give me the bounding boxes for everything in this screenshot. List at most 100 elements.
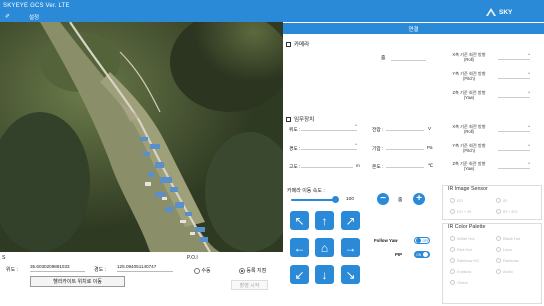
mission-pitch-label: Y축 기준 회전 방향 (Pitch) <box>452 143 486 153</box>
logo-text: SKY <box>499 8 513 16</box>
arrow-down-right-icon: ↘ <box>345 267 356 282</box>
camera-roll-label: X축 기준 회전 방향 (Roll) <box>452 52 486 62</box>
mission-roll-field: ° <box>498 125 530 132</box>
palette-option-white-hot[interactable]: White Hot <box>450 236 475 241</box>
move-to-helikite-button[interactable]: 헬리카이트 위치로 이동 <box>30 276 125 287</box>
poi-manual-label: 수동 <box>201 268 211 274</box>
satellite-map[interactable] <box>0 22 283 252</box>
mission-lon-field: ° <box>301 143 357 150</box>
palette-option-ironbow[interactable]: Ironbow <box>450 269 471 274</box>
pip-state: ON <box>416 252 421 257</box>
logo-mark-icon <box>486 8 496 16</box>
temperature-field <box>386 161 424 168</box>
mission-alt-field <box>301 161 353 168</box>
camera-roll-field: ° <box>498 53 530 60</box>
plus-icon: + <box>416 193 422 204</box>
pip-label: PIP <box>395 252 403 257</box>
follow-yaw-state: OFF <box>422 238 429 243</box>
palette-option-black-hot[interactable]: Black Hot <box>496 236 520 241</box>
mission-alt-label: 고도 : <box>289 165 301 170</box>
mission-lat-field: ° <box>301 124 357 131</box>
camera-speed-slider-track[interactable] <box>291 199 335 201</box>
mission-title: 임무장치 <box>294 117 315 123</box>
follow-yaw-label: Follow Yaw <box>374 238 398 243</box>
move-up-right-button[interactable]: ↗ <box>341 211 360 230</box>
start-capture-button[interactable]: 촬영 시작 <box>231 280 268 290</box>
mission-section-title[interactable]: 임무장치 <box>286 115 314 123</box>
arrow-up-icon: ↑ <box>321 213 328 228</box>
arrow-right-icon: → <box>344 240 357 255</box>
title-bar: SKYEYE GCS Ver. LTE ✐ 설정 SKY <box>0 0 544 22</box>
pencil-icon[interactable]: ✐ <box>5 13 10 20</box>
connect-button[interactable]: 연결 <box>283 22 544 34</box>
pip-toggle[interactable]: ON <box>414 251 430 258</box>
move-down-right-button[interactable]: ↘ <box>341 265 360 284</box>
poi-panel: P.O.I 수동 등록 지점 촬영 시작 <box>184 252 284 306</box>
palette-option-red-hot[interactable]: Red Hot <box>450 247 472 252</box>
mission-yaw-label: Z축 기준 회전 방향 (Yaw) <box>452 161 486 171</box>
camera-speed-value: 100 <box>346 197 355 202</box>
pressure-label: 기압 : <box>372 147 384 152</box>
app-title: SKYEYE GCS Ver. LTE <box>3 3 70 9</box>
palette-option-globe[interactable]: Globe <box>450 280 468 285</box>
mission-yaw-field: ° <box>498 162 530 169</box>
poi-registered-radio[interactable]: 등록 지점 <box>239 267 266 274</box>
follow-yaw-toggle[interactable]: OFF <box>414 237 430 244</box>
camera-speed-title: 카메라 이동 속도 : <box>287 188 325 194</box>
voltage-label: 전압 : <box>372 128 384 133</box>
mission-pitch-field: ° <box>498 144 530 151</box>
camera-yaw-label: Z축 기준 회전 방향 (Yaw) <box>452 90 486 100</box>
zoom-label: 줌 <box>398 198 403 203</box>
temperature-unit: ℃ <box>428 163 434 168</box>
home-icon: ⌂ <box>320 240 329 255</box>
move-up-button[interactable]: ↑ <box>315 211 334 230</box>
arrow-left-icon: ← <box>293 240 306 255</box>
voltage-field <box>386 124 424 131</box>
ir-sensor-option-ir-eo[interactable]: IR + EO <box>496 209 517 214</box>
gps-lon-field: 125.094051140747 <box>117 264 173 272</box>
poi-title: P.O.I <box>187 255 198 261</box>
ir-sensor-option-ir[interactable]: IR <box>496 198 507 203</box>
arrow-up-right-icon: ↗ <box>345 213 356 228</box>
mission-alt-unit: m <box>356 163 360 168</box>
move-up-left-button[interactable]: ↖ <box>290 211 309 230</box>
gps-lat-field: 35.6030209881033 <box>30 264 85 272</box>
palette-option-rainbow[interactable]: Rainbow <box>496 258 519 263</box>
move-down-left-button[interactable]: ↙ <box>290 265 309 284</box>
zoom-in-button[interactable]: + <box>413 193 425 205</box>
mission-roll-label: X축 기준 회전 방향 (Roll) <box>452 124 486 134</box>
poi-registered-label: 등록 지점 <box>246 268 267 274</box>
gps-lon-label: 경도 : <box>94 267 106 273</box>
ir-palette-title: IR Color Palette <box>448 224 486 230</box>
camera-checkbox[interactable] <box>286 41 291 47</box>
arrow-up-left-icon: ↖ <box>294 213 305 228</box>
ir-sensor-option-eo[interactable]: EO <box>450 198 463 203</box>
temperature-label: 온도 : <box>372 165 384 170</box>
camera-title: 카메라 <box>294 42 310 48</box>
arrow-down-icon: ↓ <box>321 267 328 282</box>
skyeye-logo: SKY <box>485 4 541 20</box>
move-left-button[interactable]: ← <box>290 238 309 257</box>
move-down-button[interactable]: ↓ <box>315 265 334 284</box>
mission-checkbox[interactable] <box>286 116 291 122</box>
camera-section-title[interactable]: 카메라 <box>286 40 309 48</box>
gps-lat-label: 위도 : <box>6 267 18 273</box>
ir-sensor-option-eo-ir[interactable]: EO + IR <box>450 209 471 214</box>
camera-pitch-label: Y축 기준 회전 방향 (Pitch) <box>452 71 486 81</box>
zoom-out-button[interactable]: − <box>377 193 389 205</box>
settings-menu[interactable]: 설정 <box>29 13 39 21</box>
move-right-button[interactable]: → <box>341 238 360 257</box>
gps-panel-title: S <box>2 255 6 261</box>
poi-manual-radio[interactable]: 수동 <box>194 267 211 274</box>
camera-yaw-field: ° <box>498 91 530 98</box>
mission-lat-label: 위도 : <box>289 128 301 133</box>
ir-sensor-title: IR Image Sensor <box>448 186 488 192</box>
palette-option-arctic[interactable]: Arctic <box>496 269 513 274</box>
palette-option-lava[interactable]: Lava <box>496 247 512 252</box>
camera-zoom-field <box>391 54 426 61</box>
home-button[interactable]: ⌂ <box>315 238 334 257</box>
camera-pitch-field: ° <box>498 72 530 79</box>
camera-speed-slider-thumb[interactable] <box>332 196 339 203</box>
pressure-unit: Pa <box>427 145 433 150</box>
palette-option-rainbow-hc[interactable]: Rainbow HC <box>450 258 479 263</box>
